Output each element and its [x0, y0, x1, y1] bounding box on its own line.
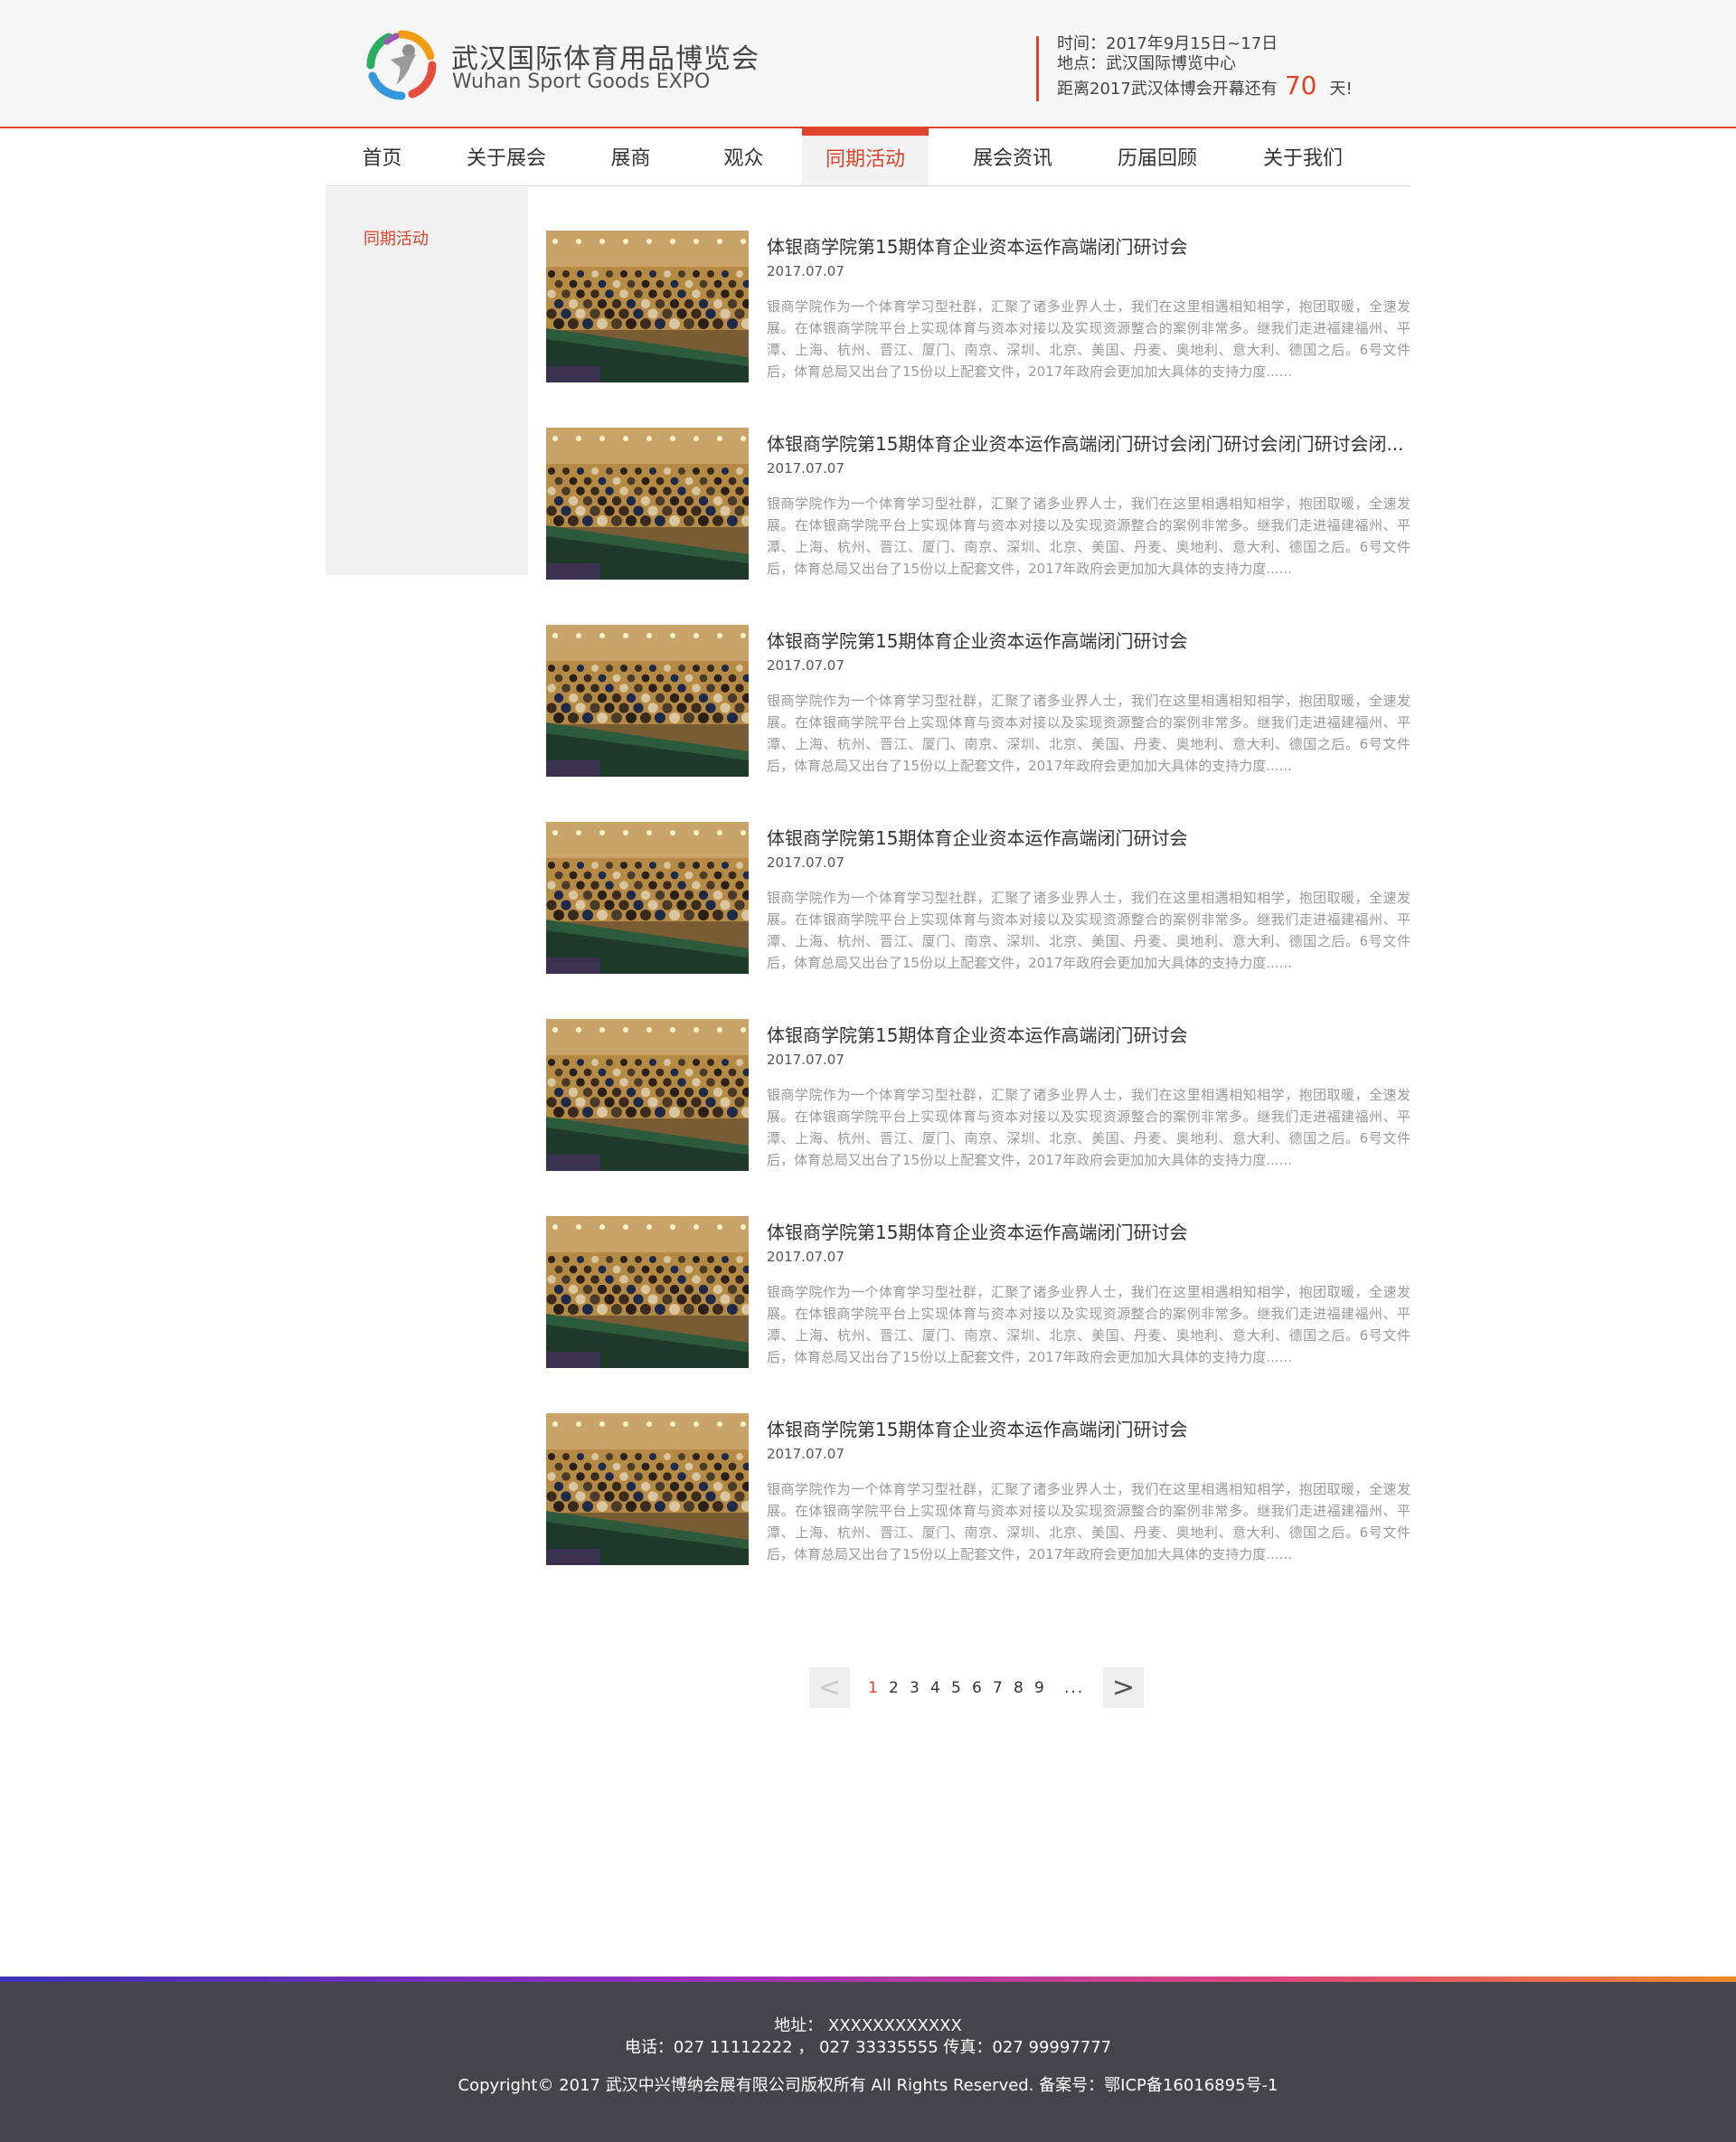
nav-item-visitors[interactable]: 观众	[687, 128, 800, 185]
article-item[interactable]: 体银商学院第15期体育企业资本运作高端闭门研讨会 2017.07.07 银商学院…	[546, 625, 1410, 777]
nav-item-about-expo[interactable]: 关于展会	[439, 128, 574, 185]
article-thumbnail[interactable]	[546, 231, 749, 382]
page-number[interactable]: 5	[951, 1679, 972, 1697]
article-summary: 银商学院作为一个体育学习型社群，汇聚了诸多业界人士，我们在这里相遇相知相学，抱团…	[767, 1481, 1410, 1562]
nav-item-exhibitors[interactable]: 展商	[574, 128, 687, 185]
conference-photo	[546, 428, 749, 580]
chevron-left-icon: <	[817, 1672, 842, 1703]
event-time: 时间：2017年9月15日~17日	[1057, 34, 1278, 53]
footer-phone: 电话：027 11112222 ， 027 33335555 传真：027 99…	[624, 2038, 1112, 2057]
article-item[interactable]: 体银商学院第15期体育企业资本运作高端闭门研讨会 2017.07.07 银商学院…	[546, 1413, 1410, 1565]
page-number[interactable]: 9	[1034, 1679, 1055, 1697]
page-ellipsis: ...	[1064, 1678, 1085, 1697]
main-nav: 首页 关于展会 展商 观众 同期活动 展会资讯 历届回顾 关于我们	[326, 128, 1410, 186]
nav-item-about-us[interactable]: 关于我们	[1230, 128, 1376, 185]
article-summary: 银商学院作为一个体育学习型社群，汇聚了诸多业界人士，我们在这里相遇相知相学，抱团…	[767, 298, 1410, 380]
article-summary: 银商学院作为一个体育学习型社群，汇聚了诸多业界人士，我们在这里相遇相知相学，抱团…	[767, 693, 1410, 774]
nav-item-concurrent-events[interactable]: 同期活动	[802, 128, 929, 185]
article-summary: 银商学院作为一个体育学习型社群，汇聚了诸多业界人士，我们在这里相遇相知相学，抱团…	[767, 890, 1410, 971]
next-page-button[interactable]: >	[1103, 1667, 1144, 1708]
site-footer: 地址： XXXXXXXXXXXX 电话：027 11112222 ， 027 3…	[0, 1982, 1736, 2142]
page-numbers: 1 2 3 4 5 6 7 8 9 ...	[868, 1679, 1103, 1697]
article-item[interactable]: 体银商学院第15期体育企业资本运作高端闭门研讨会 2017.07.07 银商学院…	[546, 1216, 1410, 1368]
conference-photo	[546, 822, 749, 974]
article-item[interactable]: 体银商学院第15期体育企业资本运作高端闭门研讨会 2017.07.07 银商学院…	[546, 231, 1410, 382]
chevron-right-icon: >	[1111, 1672, 1136, 1703]
article-item[interactable]: 体银商学院第15期体育企业资本运作高端闭门研讨会 2017.07.07 银商学院…	[546, 1019, 1410, 1171]
article-date: 2017.07.07	[767, 854, 844, 871]
article-date: 2017.07.07	[767, 657, 844, 674]
page-number[interactable]: 6	[972, 1679, 993, 1697]
footer-address: 地址： XXXXXXXXXXXX	[774, 2016, 962, 2035]
article-item[interactable]: 体银商学院第15期体育企业资本运作高端闭门研讨会 2017.07.07 银商学院…	[546, 822, 1410, 974]
article-title[interactable]: 体银商学院第15期体育企业资本运作高端闭门研讨会	[767, 1218, 1410, 1244]
article-title[interactable]: 体银商学院第15期体育企业资本运作高端闭门研讨会	[767, 232, 1410, 259]
article-title[interactable]: 体银商学院第15期体育企业资本运作高端闭门研讨会	[767, 824, 1410, 850]
conference-photo	[546, 625, 749, 777]
article-date: 2017.07.07	[767, 1249, 844, 1265]
site-logo[interactable]	[365, 29, 438, 101]
pagination: < 1 2 3 4 5 6 7 8 9 ... >	[809, 1667, 1144, 1708]
article-summary: 银商学院作为一个体育学习型社群，汇聚了诸多业界人士，我们在这里相遇相知相学，抱团…	[767, 495, 1410, 577]
article-summary: 银商学院作为一个体育学习型社群，汇聚了诸多业界人士，我们在这里相遇相知相学，抱团…	[767, 1284, 1410, 1365]
footer-copyright: Copyright© 2017 武汉中兴博纳会展有限公司版权所有 All Rig…	[458, 2076, 1278, 2095]
site-header: 武汉国际体育用品博览会 Wuhan Sport Goods EXPO 时间：20…	[0, 0, 1736, 128]
conference-photo	[546, 1413, 749, 1565]
page-number[interactable]: 1	[868, 1679, 889, 1697]
info-divider	[1036, 36, 1039, 101]
article-item[interactable]: 体银商学院第15期体育企业资本运作高端闭门研讨会闭门研讨会闭门研讨会闭... 2…	[546, 428, 1410, 580]
page-number[interactable]: 2	[889, 1679, 910, 1697]
article-date: 2017.07.07	[767, 1052, 844, 1068]
nav-item-expo-news[interactable]: 展会资讯	[940, 128, 1085, 185]
article-thumbnail[interactable]	[546, 1413, 749, 1565]
page-number[interactable]: 3	[910, 1679, 930, 1697]
article-date: 2017.07.07	[767, 263, 844, 279]
article-title[interactable]: 体银商学院第15期体育企业资本运作高端闭门研讨会	[767, 627, 1410, 653]
article-thumbnail[interactable]	[546, 822, 749, 974]
page-number[interactable]: 4	[930, 1679, 951, 1697]
countdown-days: 70	[1284, 71, 1317, 100]
countdown: 距离2017武汉体博会开幕还有 70 天!	[1057, 71, 1353, 100]
article-thumbnail[interactable]	[546, 625, 749, 777]
sidebar: 同期活动	[326, 187, 528, 575]
brand-name-en: Wuhan Sport Goods EXPO	[452, 71, 711, 93]
prev-page-button[interactable]: <	[809, 1667, 850, 1708]
article-title[interactable]: 体银商学院第15期体育企业资本运作高端闭门研讨会	[767, 1021, 1410, 1047]
conference-photo	[546, 1019, 749, 1171]
article-summary: 银商学院作为一个体育学习型社群，汇聚了诸多业界人士，我们在这里相遇相知相学，抱团…	[767, 1087, 1410, 1168]
article-title[interactable]: 体银商学院第15期体育企业资本运作高端闭门研讨会闭门研讨会闭门研讨会闭...	[767, 429, 1410, 456]
page-number[interactable]: 8	[1014, 1679, 1034, 1697]
article-date: 2017.07.07	[767, 460, 844, 477]
countdown-prefix: 距离2017武汉体博会开幕还有	[1057, 80, 1278, 99]
article-thumbnail[interactable]	[546, 1216, 749, 1368]
conference-photo	[546, 231, 749, 382]
article-date: 2017.07.07	[767, 1446, 844, 1462]
countdown-suffix: 天!	[1329, 80, 1353, 99]
sidebar-item-concurrent-events[interactable]: 同期活动	[363, 226, 429, 250]
article-title[interactable]: 体银商学院第15期体育企业资本运作高端闭门研讨会	[767, 1415, 1410, 1441]
nav-item-past-review[interactable]: 历届回顾	[1085, 128, 1230, 185]
nav-item-home[interactable]: 首页	[326, 128, 439, 185]
conference-photo	[546, 1216, 749, 1368]
article-thumbnail[interactable]	[546, 1019, 749, 1171]
article-thumbnail[interactable]	[546, 428, 749, 580]
event-info: 时间：2017年9月15日~17日 地点：武汉国际博览中心 距离2017武汉体博…	[1057, 34, 1353, 99]
page-number[interactable]: 7	[993, 1679, 1014, 1697]
